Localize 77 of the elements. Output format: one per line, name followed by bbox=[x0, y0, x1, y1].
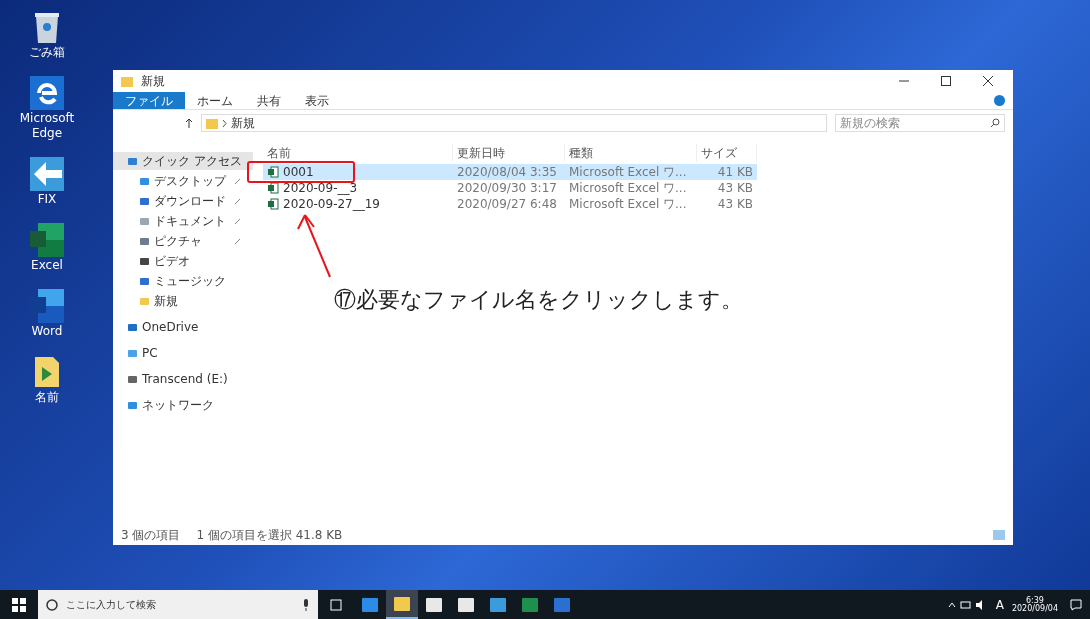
microphone-icon bbox=[302, 598, 310, 611]
taskbar-search-field[interactable]: ここに入力して検索 bbox=[38, 590, 318, 619]
nav-item[interactable]: ピクチャ bbox=[113, 232, 253, 250]
table-cell: 43 KB bbox=[717, 197, 753, 211]
table-cell: Microsoft Excel ワ... bbox=[569, 165, 687, 179]
table-cell: Microsoft Excel ワ... bbox=[569, 181, 687, 195]
table-cell: Microsoft Excel ワ... bbox=[569, 197, 687, 211]
file-row[interactable]: 2020-09-27__19 2020/09/27 6:48 Microsoft Excel ワ... 43 KB bbox=[263, 196, 757, 212]
chevron-icon bbox=[222, 119, 227, 127]
spreadsheet-file-icon bbox=[267, 198, 279, 210]
column-header[interactable]: 更新日時 bbox=[453, 144, 565, 162]
search-field[interactable]: 新規の検索 bbox=[835, 114, 1005, 132]
table-cell-text: 2020-09-__3 bbox=[283, 180, 358, 197]
column-header[interactable]: サイズ bbox=[697, 144, 757, 162]
ribbon-tab[interactable]: 表示 bbox=[293, 92, 341, 109]
nav-item[interactable]: 新規 bbox=[113, 292, 253, 310]
address-bar[interactable]: 新規 bbox=[201, 114, 827, 132]
column-header[interactable]: 名前 bbox=[263, 144, 453, 162]
nav-item[interactable]: ビデオ bbox=[113, 252, 253, 270]
status-text: 1 個の項目を選択 41.8 KB bbox=[196, 527, 343, 544]
nav-item[interactable]: デスクトップ bbox=[113, 172, 253, 190]
desktop-icon-label[interactable]: Microsoft Edge bbox=[6, 111, 88, 141]
pin-icon bbox=[234, 197, 241, 205]
ribbon-tab[interactable]: ファイル bbox=[113, 92, 185, 109]
nav-item[interactable]: PC bbox=[113, 344, 253, 362]
taskbar-app[interactable] bbox=[386, 590, 418, 619]
ime-indicator[interactable]: A bbox=[995, 595, 1004, 614]
address-text: 新規 bbox=[231, 115, 255, 132]
desktop-icon-label[interactable]: ごみ箱 bbox=[29, 45, 65, 60]
window-title: 新規 bbox=[141, 73, 165, 90]
table-cell: 2020/09/30 3:17 bbox=[457, 181, 557, 195]
file-icon bbox=[33, 355, 61, 389]
table-cell-text: 0001 bbox=[283, 164, 314, 181]
up-arrow-icon[interactable] bbox=[185, 118, 193, 128]
windows-logo-icon[interactable] bbox=[12, 597, 26, 612]
search-circle-icon bbox=[46, 598, 58, 611]
desktop-icon-label[interactable]: FIX bbox=[37, 192, 57, 207]
nav-item[interactable]: OneDrive bbox=[113, 318, 253, 336]
pin-icon bbox=[234, 217, 241, 225]
table-cell: 2020/09/27 6:48 bbox=[457, 197, 557, 211]
nav-item[interactable]: クイック アクセス bbox=[113, 152, 253, 170]
spreadsheet-file-icon bbox=[267, 182, 279, 194]
nav-item[interactable]: Transcend (E:) bbox=[113, 370, 253, 388]
table-cell: 41 KB bbox=[717, 165, 753, 179]
status-text: 3 個の項目 bbox=[121, 527, 181, 544]
close-icon[interactable] bbox=[983, 76, 993, 86]
ribbon-tab[interactable]: ホーム bbox=[185, 92, 245, 109]
pin-icon bbox=[234, 237, 241, 245]
table-cell-text: 2020-09-27__19 bbox=[283, 196, 380, 213]
maximize-icon[interactable] bbox=[941, 76, 951, 86]
instruction-caption: ⑰必要なファイル名をクリックします。 bbox=[334, 286, 743, 314]
nav-item[interactable]: ミュージック bbox=[113, 272, 253, 290]
help-icon[interactable] bbox=[994, 95, 1005, 106]
table-cell: 43 KB bbox=[717, 181, 753, 195]
nav-item[interactable]: ダウンロード bbox=[113, 192, 253, 210]
file-row[interactable]: 0001 2020/08/04 3:35 Microsoft Excel ワ... 41 KB bbox=[263, 164, 757, 180]
clock-time: 6:39 bbox=[1025, 596, 1044, 605]
desktop-icon-label[interactable]: Excel bbox=[31, 258, 63, 273]
pin-icon bbox=[234, 177, 241, 185]
file-row[interactable]: 2020-09-__3 2020/09/30 3:17 Microsoft Excel ワ... 43 KB bbox=[263, 180, 757, 196]
task-view-icon[interactable] bbox=[330, 598, 342, 611]
trash-bin-icon bbox=[33, 10, 61, 44]
ribbon-tab[interactable]: 共有 bbox=[245, 92, 293, 109]
nav-item[interactable]: ドキュメント bbox=[113, 212, 253, 230]
search-icon bbox=[990, 118, 1000, 128]
folder-icon bbox=[394, 596, 410, 611]
spreadsheet-file-icon bbox=[267, 166, 279, 178]
folder-icon bbox=[206, 117, 218, 129]
table-cell: 2020/08/04 3:35 bbox=[457, 165, 557, 179]
desktop-icon-label[interactable]: Word bbox=[31, 324, 63, 339]
clock-date: 2020/09/04 bbox=[1011, 604, 1058, 613]
notification-icon[interactable] bbox=[1070, 598, 1082, 611]
folder-icon bbox=[121, 75, 133, 87]
nav-item[interactable]: ネットワーク bbox=[113, 396, 253, 414]
folder-icon bbox=[139, 295, 150, 307]
desktop-icon-label[interactable]: 名前 bbox=[35, 390, 59, 405]
column-header[interactable]: 種類 bbox=[565, 144, 697, 162]
